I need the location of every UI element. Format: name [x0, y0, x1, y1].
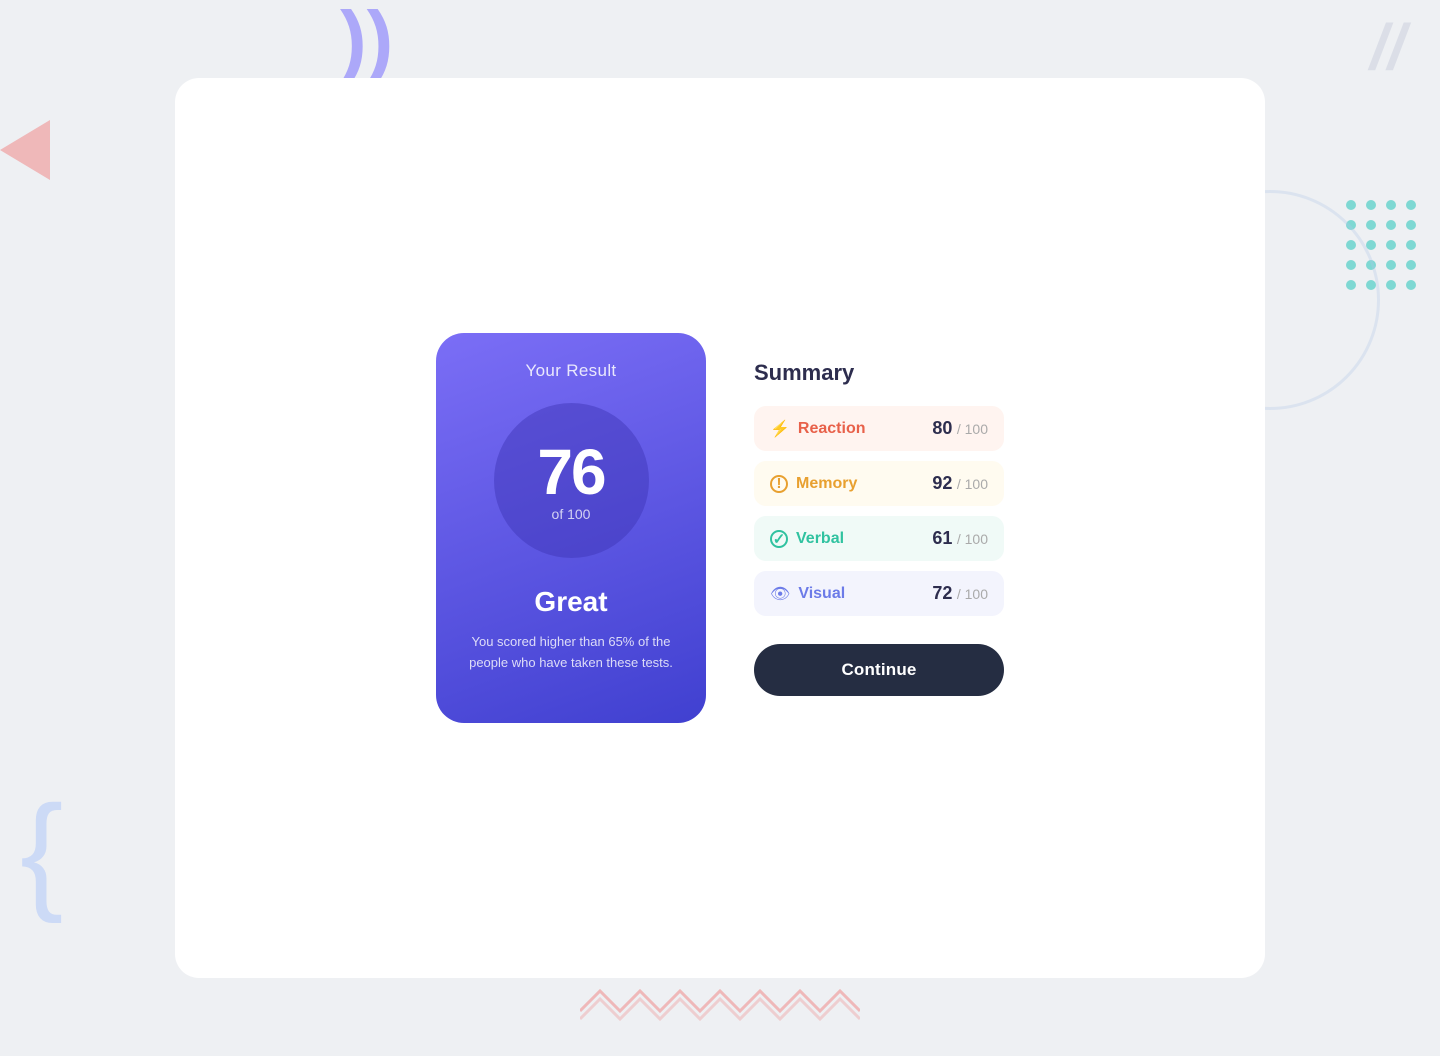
deco-arrow-icon: // — [1360, 0, 1440, 80]
metric-row-reaction: ⚡ Reaction 80 / 100 — [754, 406, 1004, 451]
metric-left-visual: 👁 Visual — [770, 584, 845, 604]
reaction-score-max: / 100 — [957, 421, 988, 437]
deco-chevron-icon — [0, 120, 80, 185]
result-description: You scored higher than 65% of the people… — [456, 632, 686, 674]
reaction-label: Reaction — [798, 420, 866, 438]
verbal-label: Verbal — [796, 530, 844, 548]
verbal-icon: ✓ — [770, 530, 788, 548]
memory-score-max: / 100 — [957, 476, 988, 492]
memory-label: Memory — [796, 475, 857, 493]
result-label: Your Result — [526, 361, 617, 381]
score-of-label: of 100 — [552, 506, 591, 522]
summary-title: Summary — [754, 360, 1004, 386]
summary-panel: Summary ⚡ Reaction 80 / 100 ! Memory — [754, 360, 1004, 696]
metric-row-visual: 👁 Visual 72 / 100 — [754, 571, 1004, 616]
visual-label: Visual — [798, 585, 845, 603]
deco-quotes-icon: )) — [340, 0, 393, 80]
inner-layout: Your Result 76 of 100 Great You scored h… — [436, 333, 1004, 723]
verbal-score-max: / 100 — [957, 531, 988, 547]
verbal-score: 61 / 100 — [932, 528, 988, 549]
metric-row-verbal: ✓ Verbal 61 / 100 — [754, 516, 1004, 561]
deco-zigzag-icon — [580, 981, 860, 1026]
deco-curly-icon: { — [20, 786, 63, 916]
reaction-score: 80 / 100 — [932, 418, 988, 439]
main-container: Your Result 76 of 100 Great You scored h… — [175, 78, 1265, 978]
metric-left-verbal: ✓ Verbal — [770, 530, 844, 548]
result-grade: Great — [534, 586, 607, 618]
metric-left-reaction: ⚡ Reaction — [770, 419, 866, 439]
metric-row-memory: ! Memory 92 / 100 — [754, 461, 1004, 506]
score-number: 76 — [537, 440, 604, 504]
visual-score-val: 72 — [932, 583, 952, 603]
reaction-score-val: 80 — [932, 418, 952, 438]
memory-icon: ! — [770, 475, 788, 493]
verbal-score-val: 61 — [932, 528, 952, 548]
metric-left-memory: ! Memory — [770, 475, 857, 493]
reaction-icon: ⚡ — [770, 419, 790, 439]
memory-score-val: 92 — [932, 473, 952, 493]
continue-button[interactable]: Continue — [754, 644, 1004, 696]
score-circle: 76 of 100 — [494, 403, 649, 558]
memory-score: 92 / 100 — [932, 473, 988, 494]
deco-dots-grid — [1346, 200, 1418, 292]
visual-icon: 👁 — [770, 584, 790, 604]
visual-score: 72 / 100 — [932, 583, 988, 604]
visual-score-max: / 100 — [957, 586, 988, 602]
result-card: Your Result 76 of 100 Great You scored h… — [436, 333, 706, 723]
